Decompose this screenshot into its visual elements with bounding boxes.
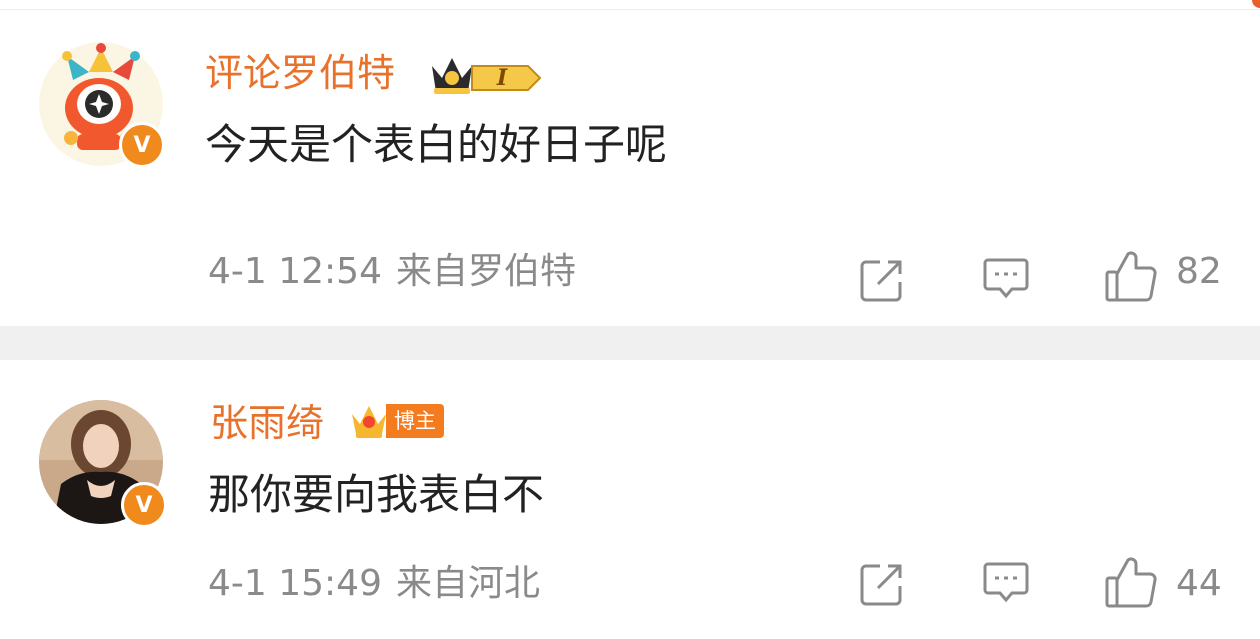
blogger-badge-label: 博主 (386, 404, 444, 438)
comment-meta: 4-1 12:54 来自罗伯特 (208, 254, 576, 290)
level-badge-label: I (496, 65, 508, 91)
source-label: 来自河北 (396, 563, 541, 604)
username[interactable]: 张雨绮 (210, 404, 324, 442)
comment-icon[interactable] (982, 254, 1030, 302)
like-icon[interactable] (1104, 554, 1158, 610)
avatar[interactable]: V (39, 400, 167, 528)
share-icon[interactable] (858, 256, 906, 304)
timestamp: 4-1 15:49 (208, 563, 382, 604)
comment-icon[interactable] (982, 558, 1030, 606)
comment-text: 那你要向我表白不 (208, 470, 545, 519)
comment-meta: 4-1 15:49 来自河北 (208, 566, 540, 602)
like-icon[interactable] (1104, 248, 1158, 304)
verified-badge: V (119, 122, 165, 168)
username[interactable]: 评论罗伯特 (205, 54, 395, 92)
comment-text: 今天是个表白的好日子呢 (205, 120, 668, 169)
share-icon[interactable] (858, 560, 906, 608)
like-count: 44 (1176, 563, 1222, 604)
verified-badge: V (121, 482, 167, 528)
timestamp: 4-1 12:54 (208, 251, 382, 292)
comment-separator (0, 326, 1260, 360)
source-label: 来自罗伯特 (396, 251, 577, 292)
like-count: 82 (1176, 251, 1222, 292)
level-crown-badge: I (432, 58, 542, 94)
comment-item: V 评论罗伯特 I 今天是个表白的好日子呢 4-1 12:54 来自罗伯特 82 (0, 10, 1260, 326)
top-strip (0, 0, 1260, 10)
crown-icon (352, 406, 386, 438)
blogger-badge: 博主 (348, 404, 444, 438)
comment-item: V 张雨绮 博主 那你要向我表白不 4-1 15:49 来自河北 44 (0, 360, 1260, 639)
avatar[interactable]: V (39, 42, 165, 168)
